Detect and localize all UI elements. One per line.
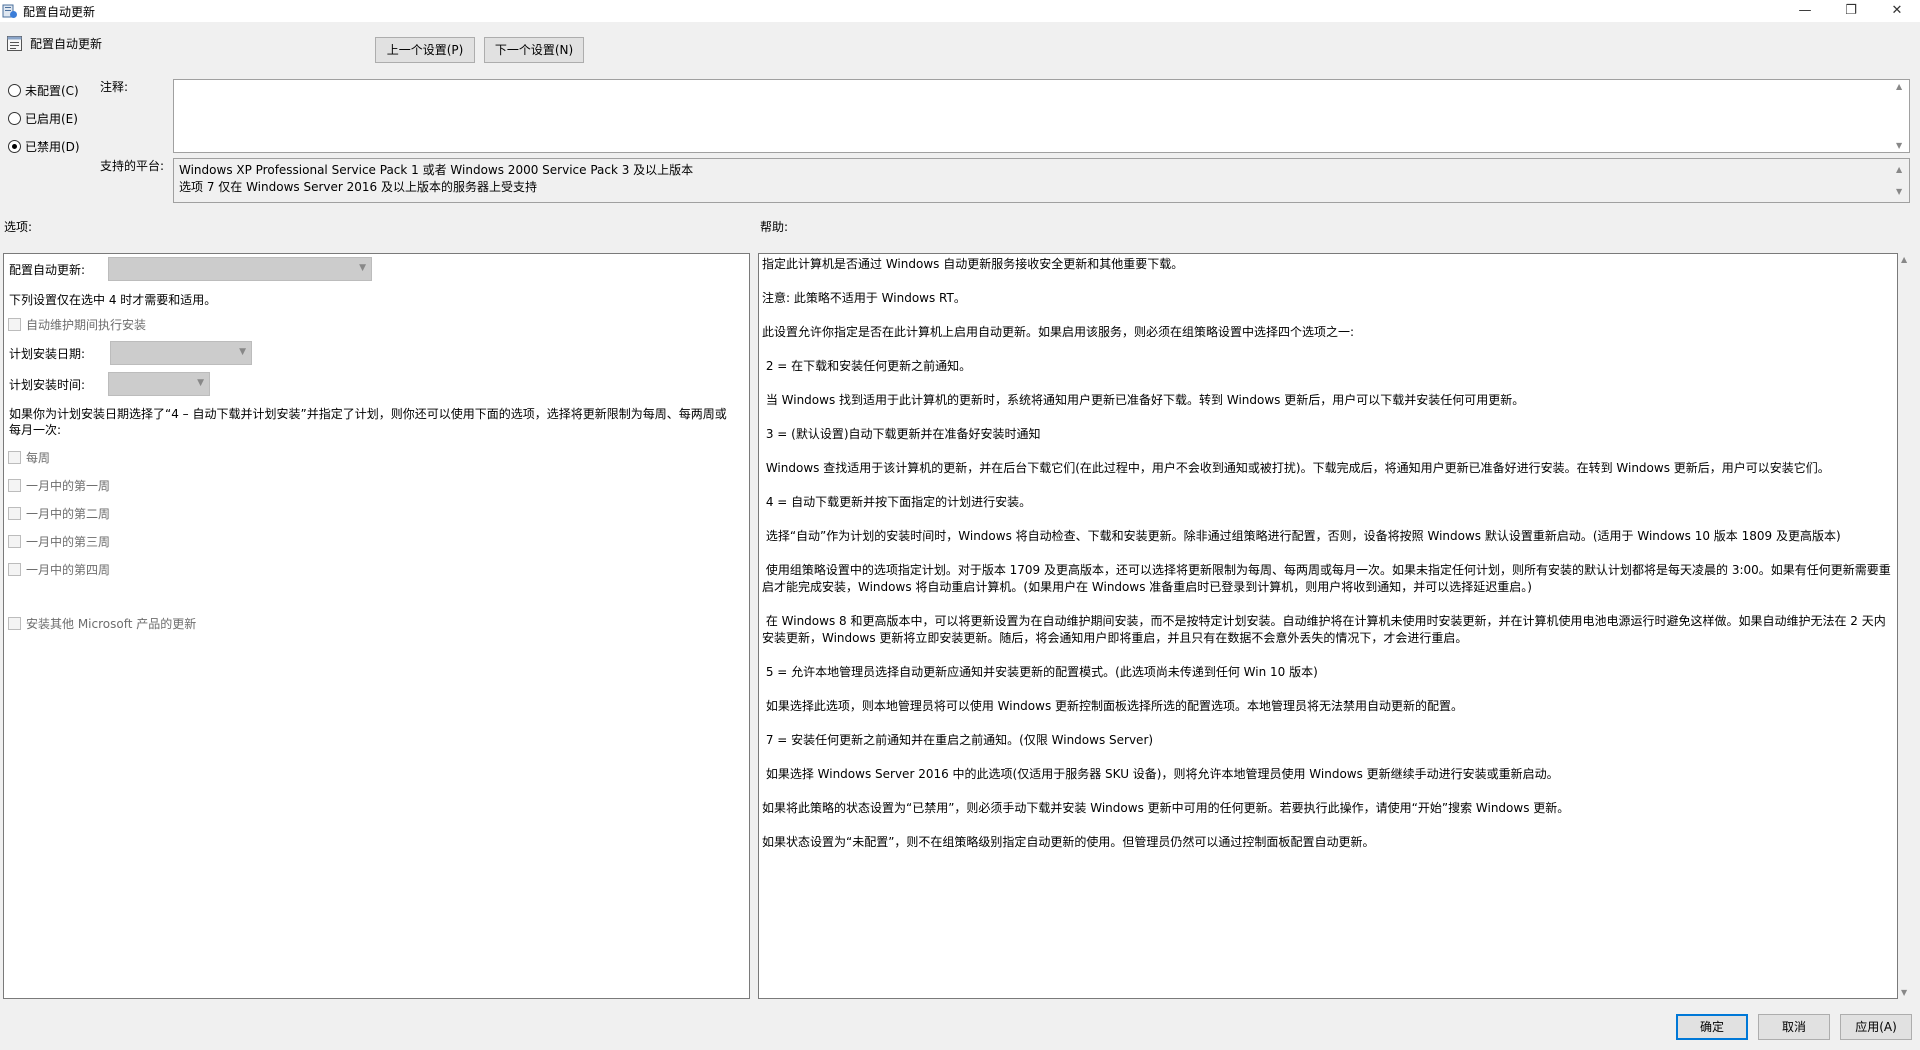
minimize-button[interactable]: — [1782,0,1828,22]
chevron-down-icon: ▼ [197,378,204,388]
help-paragraph: 如果状态设置为“未配置”，则不在组策略级别指定自动更新的使用。但管理员仍然可以通… [762,835,1375,849]
radio-disabled-indicator[interactable] [8,139,21,153]
help-paragraph: 2 = 在下载和安装任何更新之前通知。 [762,359,972,373]
platform-label: 支持的平台: [100,159,165,173]
schedule-day-label: 计划安装日期: [9,347,86,361]
platform-line: 选项 7 仅在 Windows Server 2016 及以上版本的服务器上受支… [179,180,537,194]
radio-disabled[interactable]: 已禁用(D) [8,137,80,155]
scroll-up-icon[interactable]: ▲ [1896,161,1902,178]
radio-enabled-indicator[interactable] [8,111,21,125]
previous-setting-button[interactable]: 上一个设置(P) [375,37,475,63]
help-paragraph: 在 Windows 8 和更高版本中，可以将更新设置为在自动维护期间安装，而不是… [762,614,1886,645]
fourth-week-label: 一月中的第四周 [26,563,111,577]
help-scrollbar[interactable]: ▲ ▼ [1898,253,1914,999]
help-paragraph: 注意: 此策略不适用于 Windows RT。 [762,291,966,305]
third-week-checkbox[interactable]: 一月中的第三周 [8,533,110,550]
maintenance-install-label: 自动维护期间执行安装 [26,318,147,332]
help-paragraph: 指定此计算机是否通过 Windows 自动更新服务接收安全更新和其他重要下载。 [762,257,1184,271]
checkbox-box[interactable] [8,507,21,520]
help-paragraph: 此设置允许你指定是否在此计算机上启用自动更新。如果启用该服务，则必须在组策略设置… [762,325,1355,339]
second-week-checkbox[interactable]: 一月中的第二周 [8,505,110,522]
help-paragraph: 3 = (默认设置)自动下载更新并在准备好安装时通知 [762,427,1041,441]
help-paragraph: 选择“自动”作为计划的安装时间时，Windows 将自动检查、下载和安装更新。除… [762,529,1841,543]
scroll-down-icon[interactable]: ▼ [1896,141,1902,150]
options-pane: 配置自动更新: ▼ 下列设置仅在选中 4 时才需要和适用。 自动维护期间执行安装… [3,253,750,999]
schedule-limit-note: 如果你为计划安装日期选择了“4 – 自动下载并计划安装”并指定了计划，则你还可以… [9,407,727,437]
checkbox-box[interactable] [8,617,21,630]
platform-line: Windows XP Professional Service Pack 1 或… [179,163,694,177]
schedule-day-select[interactable]: ▼ [110,341,252,365]
checkbox-box[interactable] [8,479,21,492]
help-paragraph: Windows 查找适用于该计算机的更新，并在后台下载它们(在此过程中，用户不会… [762,461,1830,475]
schedule-time-label: 计划安装时间: [9,378,86,392]
weekly-label: 每周 [26,451,51,465]
window-title: 配置自动更新 [23,5,96,19]
help-paragraph: 使用组策略设置中的选项指定计划。对于版本 1709 及更高版本，还可以选择将更新… [762,563,1891,594]
platform-scrollbar[interactable]: ▲ ▼ [1893,159,1909,202]
configure-updates-label: 配置自动更新: [9,263,86,277]
third-week-label: 一月中的第三周 [26,535,111,549]
scroll-up-icon[interactable]: ▲ [1896,82,1902,91]
maintenance-install-checkbox[interactable]: 自动维护期间执行安装 [8,316,146,333]
group-policy-icon [2,4,17,18]
help-paragraph: 4 = 自动下载更新并按下面指定的计划进行安装。 [762,495,1032,509]
help-label: 帮助: [760,220,789,234]
configure-updates-select[interactable]: ▼ [108,257,372,281]
second-week-label: 一月中的第二周 [26,507,111,521]
help-paragraph: 如果将此策略的状态设置为“已禁用”，则必须手动下载并安装 Windows 更新中… [762,801,1570,815]
checkbox-box[interactable] [8,318,21,331]
chevron-down-icon: ▼ [239,347,246,357]
close-button[interactable]: ✕ [1874,0,1920,22]
chevron-down-icon: ▼ [359,263,366,273]
first-week-checkbox[interactable]: 一月中的第一周 [8,477,110,494]
radio-not-configured-label: 未配置(C) [25,83,79,98]
maximize-button[interactable]: ❐ [1828,0,1874,22]
scroll-down-icon[interactable]: ▼ [1901,988,1907,997]
cancel-button[interactable]: 取消 [1758,1014,1830,1040]
next-setting-button[interactable]: 下一个设置(N) [484,37,584,63]
options-label: 选项: [4,220,33,234]
radio-disabled-label: 已禁用(D) [25,139,80,154]
comment-textarea[interactable]: ▲ ▼ [173,79,1910,153]
weekly-checkbox[interactable]: 每周 [8,449,50,466]
other-products-checkbox[interactable]: 安装其他 Microsoft 产品的更新 [8,615,196,632]
scroll-up-icon[interactable]: ▲ [1901,255,1907,264]
ok-button[interactable]: 确定 [1676,1014,1748,1040]
policy-setting-icon [7,36,22,51]
help-pane: 指定此计算机是否通过 Windows 自动更新服务接收安全更新和其他重要下载。 … [758,253,1898,999]
comment-label: 注释: [100,80,129,94]
schedule-time-select[interactable]: ▼ [108,372,210,396]
other-products-label: 安装其他 Microsoft 产品的更新 [26,617,197,631]
help-paragraph: 5 = 允许本地管理员选择自动更新应通知并安装更新的配置模式。(此选项尚未传递到… [762,665,1318,679]
help-paragraph: 当 Windows 找到适用于此计算机的更新时，系统将通知用户更新已准备好下载。… [762,393,1525,407]
apply-button[interactable]: 应用(A) [1840,1014,1912,1040]
fourth-week-checkbox[interactable]: 一月中的第四周 [8,561,110,578]
checkbox-box[interactable] [8,563,21,576]
help-paragraph: 7 = 安装任何更新之前通知并在重启之前通知。(仅限 Windows Serve… [762,733,1154,747]
option-4-note: 下列设置仅在选中 4 时才需要和适用。 [9,293,217,307]
radio-enabled-label: 已启用(E) [25,111,78,126]
platform-text: Windows XP Professional Service Pack 1 或… [173,158,1910,203]
first-week-label: 一月中的第一周 [26,479,111,493]
help-paragraph: 如果选择此选项，则本地管理员将可以使用 Windows 更新控制面板选择所选的配… [762,699,1464,713]
policy-name: 配置自动更新 [30,37,103,51]
radio-enabled[interactable]: 已启用(E) [8,109,78,127]
checkbox-box[interactable] [8,451,21,464]
radio-not-configured-indicator[interactable] [8,83,21,97]
radio-not-configured[interactable]: 未配置(C) [8,81,79,99]
checkbox-box[interactable] [8,535,21,548]
scroll-down-icon[interactable]: ▼ [1896,183,1902,200]
title-bar: 配置自动更新 — ❐ ✕ [0,0,1920,22]
comment-scrollbar[interactable]: ▲ ▼ [1893,80,1909,152]
help-paragraph: 如果选择 Windows Server 2016 中的此选项(仅适用于服务器 S… [762,767,1559,781]
